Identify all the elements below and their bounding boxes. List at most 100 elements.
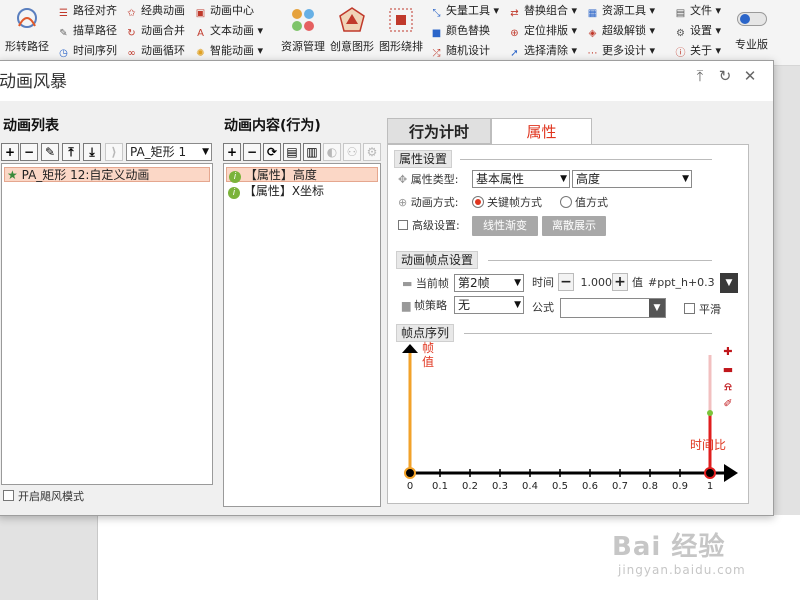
creative-shape-button[interactable]: 创意图形 <box>327 6 377 54</box>
value-dropdown-button[interactable]: ▼ <box>720 273 738 293</box>
animation-mode-label: ⊕ 动画方式: <box>398 195 458 211</box>
mode-icon: ⊕ <box>398 196 408 209</box>
keyframe-radio-label: 关键帧方式 <box>487 196 542 209</box>
smooth-checkbox[interactable]: 平滑 <box>684 302 721 318</box>
shape-wrap-label: 图形绕排 <box>379 40 423 53</box>
eraser-icon[interactable]: ✐ <box>721 398 735 412</box>
shape-to-path-button[interactable]: 形转路径 <box>2 6 52 54</box>
move-bottom-icon[interactable]: ⤓ <box>83 143 101 161</box>
move-top-icon[interactable]: ⤒ <box>62 143 80 161</box>
resource-manage-label: 资源管理 <box>281 40 325 53</box>
current-frame-label: ▬ 当前帧 <box>402 276 449 292</box>
shape-select[interactable]: PA_矩形 1 ▼ <box>126 143 212 161</box>
time-sequence-button[interactable]: ◷ 时间序列 <box>57 44 117 60</box>
contrast-icon[interactable]: ◐ <box>323 143 341 161</box>
sync-icon[interactable]: ⟳ <box>263 143 281 161</box>
keyframe-radio[interactable]: 关键帧方式 <box>472 195 542 211</box>
add-behavior-icon[interactable]: + <box>223 143 241 161</box>
time-increment-button[interactable]: + <box>612 273 628 291</box>
close-icon[interactable]: ✕ <box>741 67 759 85</box>
paste-icon[interactable]: ▥ <box>303 143 321 161</box>
smart-animation-button[interactable]: ✺ 智能动画 ▾ <box>194 44 263 60</box>
pin-icon[interactable]: ⤒ <box>691 67 709 85</box>
frame-strategy-label: ▆ 帧策略 <box>402 298 447 314</box>
behavior-item-label: 【属性】X坐标 <box>243 184 325 198</box>
expand-icon[interactable]: ⟩ <box>105 143 123 161</box>
current-frame-select[interactable]: 第2帧 ▼ <box>454 274 524 292</box>
end-value-handle[interactable] <box>707 410 713 416</box>
animation-center-button[interactable]: ▣ 动画中心 <box>194 4 254 20</box>
shape-wrap-button[interactable]: 图形绕排 <box>376 6 426 54</box>
vector-tools-button[interactable]: ⤡ 矢量工具 ▾ <box>430 4 500 20</box>
tab-properties[interactable]: 属性 <box>491 118 592 144</box>
file-menu-label: 文件 <box>690 4 712 17</box>
linear-gradient-button[interactable]: 线性渐变 <box>472 216 538 236</box>
value-mode-radio[interactable]: 值方式 <box>560 195 608 211</box>
animation-loop-button[interactable]: ∞ 动画循环 <box>125 44 185 60</box>
settings-icon[interactable]: ⚙ <box>363 143 381 161</box>
frame-strategy-select[interactable]: 无 ▼ <box>454 296 524 314</box>
sketch-path-button[interactable]: ✎ 描草路径 <box>57 24 117 40</box>
vector-icon: ⤡ <box>432 8 441 19</box>
tab-timing[interactable]: 行为计时 <box>387 118 491 144</box>
time-value[interactable]: 1.000 <box>576 275 613 291</box>
storm-mode-checkbox[interactable]: 开启飓风模式 <box>3 489 84 505</box>
shuffle-icon: ⤮ <box>432 48 441 59</box>
remove-behavior-icon[interactable]: − <box>243 143 261 161</box>
merge-icon: ↻ <box>127 28 136 39</box>
add-point-icon[interactable]: ✚ <box>721 346 735 360</box>
path-align-label: 路径对齐 <box>73 4 117 17</box>
network-icon[interactable]: ⚇ <box>343 143 361 161</box>
x-axis-arrow <box>724 464 738 482</box>
property-type-select[interactable]: 基本属性 ▼ <box>472 170 570 188</box>
super-unlock-button[interactable]: ◈ 超级解锁 ▾ <box>586 24 655 40</box>
classic-animation-button[interactable]: ✩ 经典动画 <box>125 4 185 20</box>
text-animation-button[interactable]: A 文本动画 ▾ <box>194 24 263 40</box>
position-layout-button[interactable]: ⊕ 定位排版 ▾ <box>508 24 577 40</box>
y-axis-arrow <box>402 344 418 353</box>
formula-input[interactable]: ▼ <box>560 298 666 318</box>
brush-icon[interactable]: ✎ <box>41 143 59 161</box>
path-align-button[interactable]: ☰ 路径对齐 <box>57 4 117 20</box>
random-design-button[interactable]: ⤮ 随机设计 <box>430 44 491 60</box>
copy-icon[interactable]: ▤ <box>283 143 301 161</box>
replace-group-button[interactable]: ⇄ 替换组合 ▾ <box>508 4 577 20</box>
more-design-button[interactable]: ⋯ 更多设计 ▾ <box>586 44 656 60</box>
attribute-select[interactable]: 高度 ▼ <box>572 170 692 188</box>
settings-menu-button[interactable]: ⚙ 设置 ▾ <box>674 24 721 40</box>
resource-tools-button[interactable]: ▦ 资源工具 ▾ <box>586 4 655 20</box>
animation-list-heading: 动画列表 <box>3 118 59 134</box>
animation-merge-button[interactable]: ↻ 动画合并 <box>125 24 185 40</box>
behavior-item[interactable]: i 【属性】X坐标 <box>226 184 378 199</box>
remove-point-icon[interactable]: ▬ <box>721 364 735 378</box>
about-menu-button[interactable]: ⓘ 关于 ▾ <box>674 44 722 60</box>
resource-manage-button[interactable]: 资源管理 <box>278 6 328 54</box>
refresh-icon[interactable]: ↻ <box>716 67 734 85</box>
vector-tools-label: 矢量工具 <box>446 4 490 17</box>
time-label: 时间 <box>532 276 554 289</box>
start-keyframe-point[interactable] <box>404 467 416 479</box>
unlock-icon: ◈ <box>588 28 597 39</box>
time-decrement-button[interactable]: − <box>558 273 574 291</box>
x-tick-label: 0.2 <box>462 481 478 492</box>
value-mode-radio-label: 值方式 <box>575 196 608 209</box>
discrete-display-button[interactable]: 离散展示 <box>542 216 606 236</box>
select-clear-button[interactable]: ➚ 选择清除 ▾ <box>508 44 577 60</box>
remove-icon[interactable]: − <box>20 143 38 161</box>
bulb-icon: ✺ <box>196 48 205 59</box>
color-replace-button[interactable]: ■ 颜色替换 <box>430 24 490 40</box>
y-axis-label: 帧值 <box>422 341 435 369</box>
behavior-list: i 【属性】高度 i 【属性】X坐标 <box>223 163 381 507</box>
file-menu-button[interactable]: ▤ 文件 ▾ <box>674 4 721 20</box>
pro-toggle[interactable] <box>737 12 767 26</box>
behavior-item[interactable]: i 【属性】高度 <box>226 167 378 183</box>
frame-sequence-chart[interactable]: 0 0.1 0.2 0.3 0.4 0.5 0.6 0.7 0.8 0.9 1 <box>388 343 748 493</box>
value-input[interactable]: #ppt_h+0.3 <box>648 275 718 291</box>
list-item[interactable]: ★ PA_矩形 12:自定义动画 <box>4 167 210 182</box>
add-icon[interactable]: + <box>1 143 19 161</box>
properties-panel: 属性设置 ✥ 属性类型: 基本属性 ▼ 高度 ▼ ⊕ 动画方式: 关键帧方式 值方式… <box>387 144 749 504</box>
x-tick-label: 0.1 <box>432 481 448 492</box>
bell-icon[interactable]: ⍾ <box>721 381 735 395</box>
end-keyframe-point[interactable] <box>704 467 716 479</box>
shape-wrap-icon <box>389 8 413 32</box>
